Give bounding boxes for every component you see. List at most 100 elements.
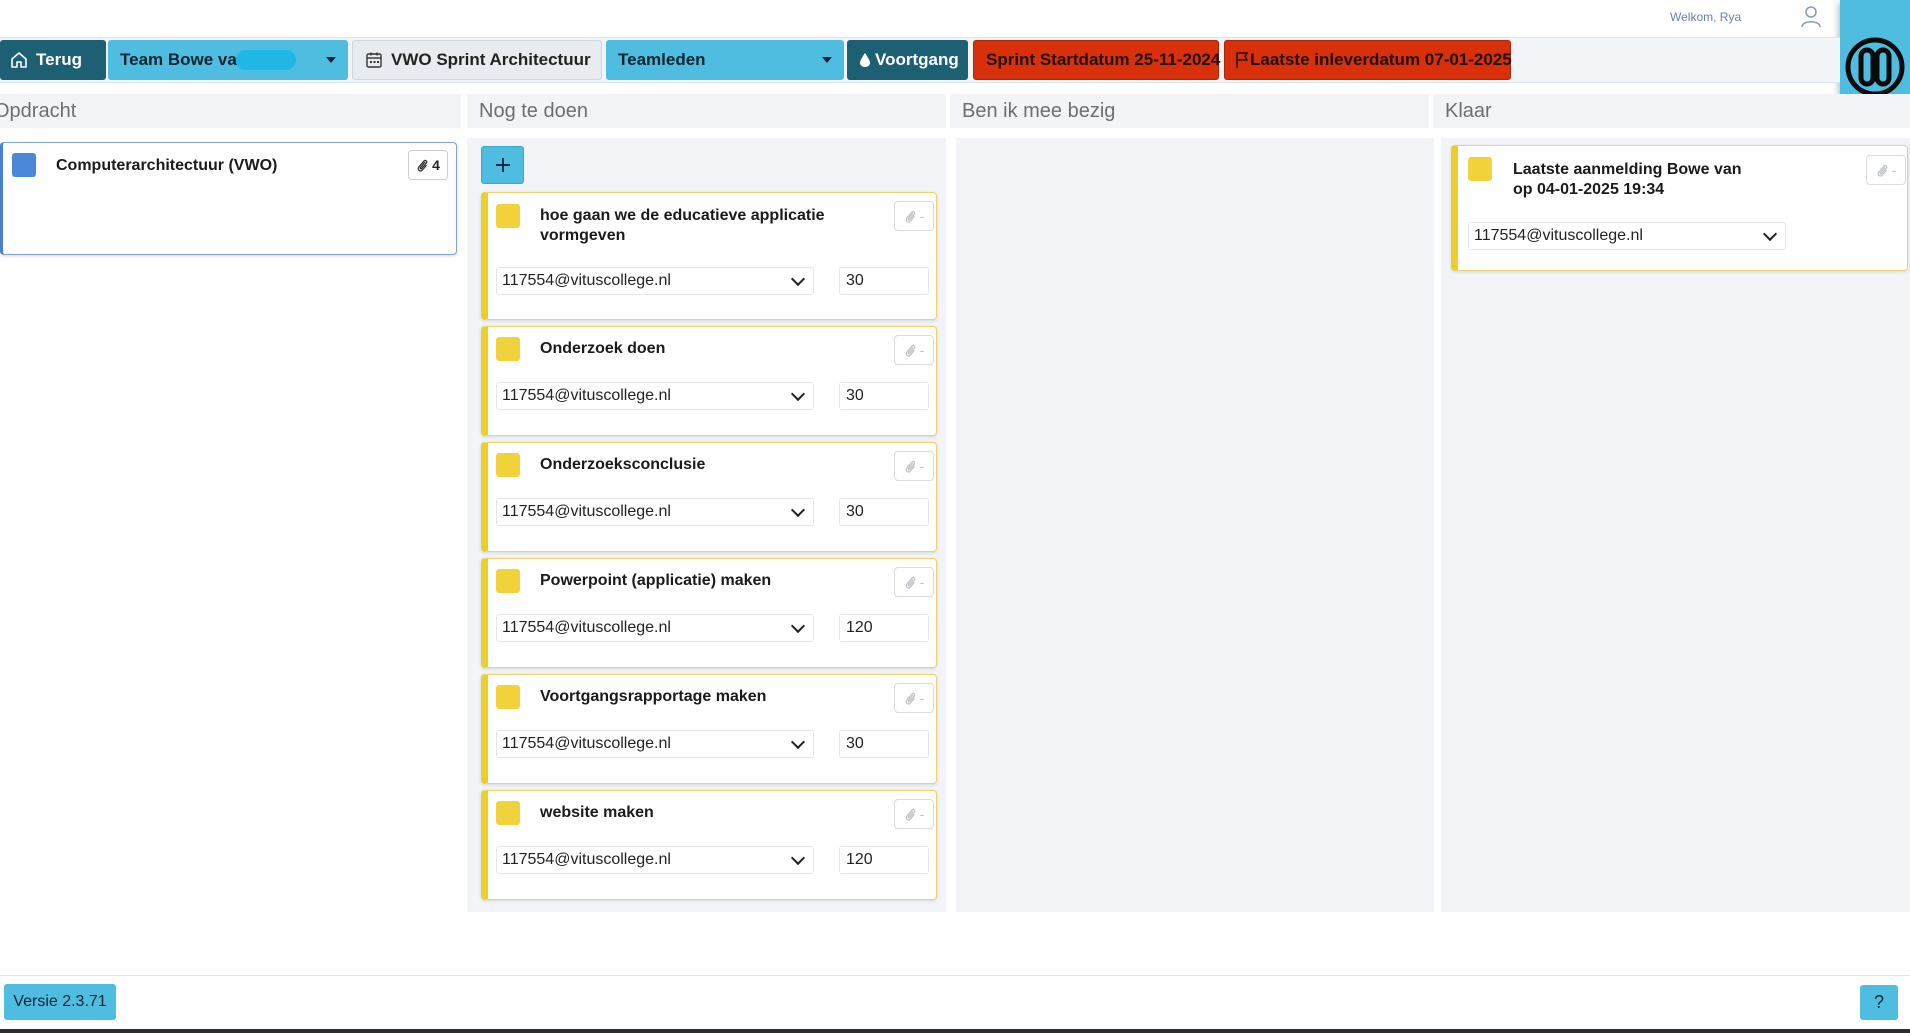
chevron-down-icon	[790, 502, 806, 517]
task-title-line: hoe gaan we de educatieve applicatie	[540, 207, 825, 224]
footer-divider	[0, 975, 1910, 976]
task-title-line: Powerpoint (applicatie) maken	[540, 572, 772, 589]
task-title: hoe gaan we de educatieve applicatie vor…	[540, 206, 825, 246]
sprint-label: VWO Sprint Architectuur	[391, 50, 591, 69]
chevron-down-icon	[790, 850, 806, 865]
logo-icon	[1845, 37, 1905, 97]
back-button[interactable]: Terug	[0, 40, 106, 80]
flag-icon	[1236, 52, 1249, 68]
assignee-select[interactable]: 117554@vituscollege.nl	[496, 614, 814, 642]
welcome-text: Welkom, Rya	[1670, 10, 1742, 24]
assignee-value: 117554@vituscollege.nl	[502, 272, 671, 289]
team-select[interactable]: Team Bowe var	[108, 40, 348, 80]
redaction-mark	[236, 50, 296, 70]
minutes-value: 120	[846, 619, 873, 636]
attachment-button[interactable]: -	[894, 201, 934, 231]
color-square	[496, 337, 520, 361]
column-title: Opdracht	[0, 99, 77, 122]
attachment-button[interactable]: -	[894, 799, 934, 829]
task-title-line: Laatste aanmelding Bowe van	[1513, 161, 1742, 178]
chevron-down-icon	[1762, 226, 1778, 241]
paperclip-icon	[905, 692, 915, 705]
assignee-select[interactable]: 117554@vituscollege.nl	[496, 382, 814, 410]
progress-button[interactable]: Voortgang	[847, 40, 968, 80]
minutes-input[interactable]: 30	[839, 498, 929, 526]
color-square	[496, 453, 520, 477]
chevron-down-icon	[790, 734, 806, 749]
color-square	[12, 153, 36, 177]
task-title-line: website maken	[540, 804, 654, 821]
attachment-button[interactable]: -	[894, 451, 934, 481]
members-label: Teamleden	[618, 50, 706, 69]
paperclip-icon	[905, 344, 915, 357]
assignee-select[interactable]: 117554@vituscollege.nl	[496, 730, 814, 758]
droplet-icon	[860, 53, 870, 67]
calendar-icon	[366, 52, 382, 68]
assignee-value: 117554@vituscollege.nl	[502, 387, 671, 404]
color-square	[496, 204, 520, 228]
task-title: website maken	[540, 803, 654, 823]
assignee-value: 117554@vituscollege.nl	[502, 735, 671, 752]
version-badge[interactable]: Versie 2.3.71	[4, 984, 116, 1020]
task-card[interactable]: Voortgangsrapportage maken - 117554@vitu…	[481, 674, 937, 784]
attachment-count: -	[919, 208, 925, 224]
attachment-button[interactable]: -	[1866, 155, 1906, 185]
task-title: Powerpoint (applicatie) maken	[540, 571, 771, 591]
task-card[interactable]: Laatste aanmelding Bowe van op 04-01-202…	[1451, 145, 1908, 271]
column-title: Nog te doen	[479, 99, 588, 122]
user-icon[interactable]	[1798, 4, 1824, 30]
task-title: Voortgangsrapportage maken	[540, 687, 766, 707]
attachment-count: -	[919, 574, 925, 590]
task-card[interactable]: Onderzoeksconclusie - 117554@vituscolleg…	[481, 442, 937, 552]
add-task-button[interactable]	[481, 146, 524, 184]
task-title-line: op 04-01-2025 19:34	[1513, 181, 1665, 198]
task-card[interactable]: hoe gaan we de educatieve applicatie vor…	[481, 192, 937, 320]
column-header-done: Klaar	[1433, 94, 1910, 128]
task-title-line: Voortgangsrapportage maken	[540, 688, 767, 705]
task-title: Onderzoek doen	[540, 339, 665, 359]
assignee-select[interactable]: 117554@vituscollege.nl	[496, 498, 814, 526]
minutes-input[interactable]: 120	[839, 846, 929, 874]
minutes-input[interactable]: 30	[839, 267, 929, 295]
minutes-input[interactable]: 30	[839, 382, 929, 410]
assignee-select[interactable]: 117554@vituscollege.nl	[1468, 222, 1786, 250]
task-card[interactable]: Onderzoek doen - 117554@vituscollege.nl …	[481, 326, 937, 436]
column-title: Ben ik mee bezig	[962, 99, 1116, 122]
paperclip-icon	[417, 159, 428, 172]
assignee-value: 117554@vituscollege.nl	[502, 619, 671, 636]
task-card[interactable]: website maken - 117554@vituscollege.nl 1…	[481, 790, 937, 900]
sprint-button[interactable]: VWO Sprint Architectuur	[352, 40, 602, 80]
paperclip-icon	[905, 576, 915, 589]
column-header-todo: Nog te doen	[467, 94, 946, 128]
minutes-input[interactable]: 30	[839, 730, 929, 758]
sprint-start-badge: Sprint Startdatum 25-11-2024	[973, 40, 1221, 80]
attachment-button[interactable]: -	[894, 683, 934, 713]
chevron-down-icon	[790, 618, 806, 633]
attachment-button[interactable]: -	[894, 567, 934, 597]
members-select[interactable]: Teamleden	[606, 40, 844, 80]
assignee-value: 117554@vituscollege.nl	[502, 851, 671, 868]
column-header-assignment: Opdracht	[0, 94, 461, 128]
assignment-title: Computerarchitectuur (VWO)	[56, 157, 278, 174]
attachment-count: 4	[432, 157, 440, 173]
minutes-input[interactable]: 120	[839, 614, 929, 642]
sprint-start-label: Sprint Startdatum 25-11-2024	[986, 50, 1221, 69]
assignee-select[interactable]: 117554@vituscollege.nl	[496, 267, 814, 295]
column-header-doing: Ben ik mee bezig	[950, 94, 1429, 128]
column-doing	[956, 138, 1434, 912]
progress-label: Voortgang	[875, 50, 959, 69]
color-square	[496, 569, 520, 593]
task-card[interactable]: Powerpoint (applicatie) maken - 117554@v…	[481, 558, 937, 668]
task-title-line: Onderzoek doen	[540, 340, 666, 357]
assignee-select[interactable]: 117554@vituscollege.nl	[496, 846, 814, 874]
attachment-count: -	[1891, 162, 1897, 178]
task-title: Laatste aanmelding Bowe van op 04-01-202…	[1513, 160, 1742, 200]
help-button[interactable]: ?	[1860, 985, 1898, 1020]
chevron-down-icon	[790, 271, 806, 286]
assignment-card[interactable]: Computerarchitectuur (VWO) 4	[0, 142, 457, 255]
attachment-button[interactable]: 4	[408, 150, 448, 180]
caret-down-icon	[822, 57, 832, 63]
color-square	[1468, 157, 1492, 181]
attachment-button[interactable]: -	[894, 335, 934, 365]
attachment-count: -	[919, 342, 925, 358]
